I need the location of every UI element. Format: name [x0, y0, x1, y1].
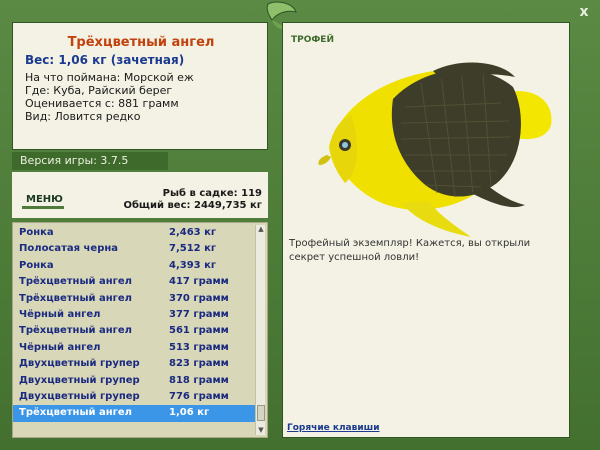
catch-item-weight: 513 грамм	[169, 341, 229, 353]
catch-item-weight: 7,512 кг	[169, 243, 217, 255]
catch-list-item[interactable]: Двухцветный групер 823 грамм	[13, 356, 255, 372]
catch-item-name: Трёхцветный ангел	[19, 407, 132, 419]
total-weight: Общий вес: 2449,735 кг	[123, 200, 262, 211]
menu-underline	[22, 206, 64, 209]
catch-item-name: Трёхцветный ангел	[19, 292, 132, 304]
catch-item-name: Трёхцветный ангел	[19, 325, 132, 337]
catch-list-item[interactable]: Трёхцветный ангел 1,06 кг	[13, 405, 255, 422]
scroll-thumb[interactable]	[257, 405, 265, 421]
list-scrollbar[interactable]: ▲ ▼	[255, 225, 265, 435]
catch-item-weight: 2,463 кг	[169, 227, 217, 238]
hotkeys-link[interactable]: Горячие клавиши	[287, 423, 380, 433]
scroll-down-icon[interactable]: ▼	[256, 426, 266, 435]
catch-list-item[interactable]: Трёхцветный ангел 370 грамм	[13, 291, 255, 307]
catch-list-item[interactable]: Чёрный ангел 377 грамм	[13, 307, 255, 323]
trophy-panel: ТРОФЕЙ Трофейный экземпляр! Кажется, вы …	[282, 22, 570, 438]
catch-item-name: Двухцветный групер	[19, 390, 140, 402]
catch-item-weight: 4,393 кг	[169, 259, 217, 271]
trophy-message: Трофейный экземпляр! Кажется, вы открыли…	[289, 238, 531, 263]
cage-summary-panel: МЕНЮ Рыб в садке: 119 Общий вес: 2449,73…	[12, 172, 268, 218]
catch-item-name: Ронка	[19, 227, 54, 238]
catch-item-weight: 818 грамм	[169, 374, 229, 386]
catch-item-weight: 561 грамм	[169, 325, 229, 337]
fish-kind: Вид: Ловится редко	[25, 110, 141, 123]
catch-item-name: Трёхцветный ангел	[19, 276, 132, 288]
fish-name: Трёхцветный ангел	[67, 35, 215, 50]
catch-item-weight: 370 грамм	[169, 292, 229, 304]
fish-place: Где: Куба, Райский берег	[25, 84, 173, 97]
catch-item-weight: 823 грамм	[169, 358, 229, 370]
scroll-up-icon[interactable]: ▲	[256, 225, 266, 234]
game-version: Версия игры: 3.7.5	[12, 152, 168, 170]
fish-weight: Вес: 1,06 кг (зачетная)	[25, 53, 185, 67]
catch-list-rows: Ронка 2,463 кг Полосатая черна 7,512 кг Ронк…	[13, 225, 255, 422]
catch-list[interactable]: Ронка 2,463 кг Полосатая черна 7,512 кг Ронк…	[12, 222, 268, 438]
catch-list-item[interactable]: Полосатая черна 7,512 кг	[13, 241, 255, 257]
catch-item-name: Двухцветный групер	[19, 374, 140, 386]
catch-list-item[interactable]: Трёхцветный ангел 561 грамм	[13, 323, 255, 339]
angelfish-image	[318, 62, 552, 237]
catch-list-item[interactable]: Чёрный ангел 513 грамм	[13, 340, 255, 356]
catch-item-weight: 776 грамм	[169, 390, 229, 402]
catch-item-name: Чёрный ангел	[19, 341, 101, 353]
catch-item-weight: 377 грамм	[169, 308, 229, 320]
menu-button[interactable]: МЕНЮ	[26, 194, 63, 205]
fish-valued: Оценивается с: 881 грамм	[25, 97, 179, 110]
catch-list-item[interactable]: Двухцветный групер 776 грамм	[13, 389, 255, 405]
fish-info-panel: Трёхцветный ангел Вес: 1,06 кг (зачетная…	[12, 22, 268, 150]
catch-item-name: Полосатая черна	[19, 243, 119, 255]
catch-item-name: Ронка	[19, 259, 54, 271]
close-button[interactable]: x	[576, 4, 592, 20]
catch-list-item[interactable]: Трёхцветный ангел 417 грамм	[13, 274, 255, 290]
catch-list-item[interactable]: Двухцветный групер 818 грамм	[13, 373, 255, 389]
catch-list-item[interactable]: Ронка 4,393 кг	[13, 258, 255, 274]
catch-item-name: Двухцветный групер	[19, 358, 140, 370]
fish-bait: На что поймана: Морской еж	[25, 71, 194, 84]
catch-list-item[interactable]: Ронка 2,463 кг	[13, 225, 255, 241]
catch-item-weight: 417 грамм	[169, 276, 229, 288]
fish-in-cage: Рыб в садке: 119	[162, 188, 262, 199]
catch-item-weight: 1,06 кг	[169, 407, 210, 419]
catch-item-name: Чёрный ангел	[19, 308, 101, 320]
